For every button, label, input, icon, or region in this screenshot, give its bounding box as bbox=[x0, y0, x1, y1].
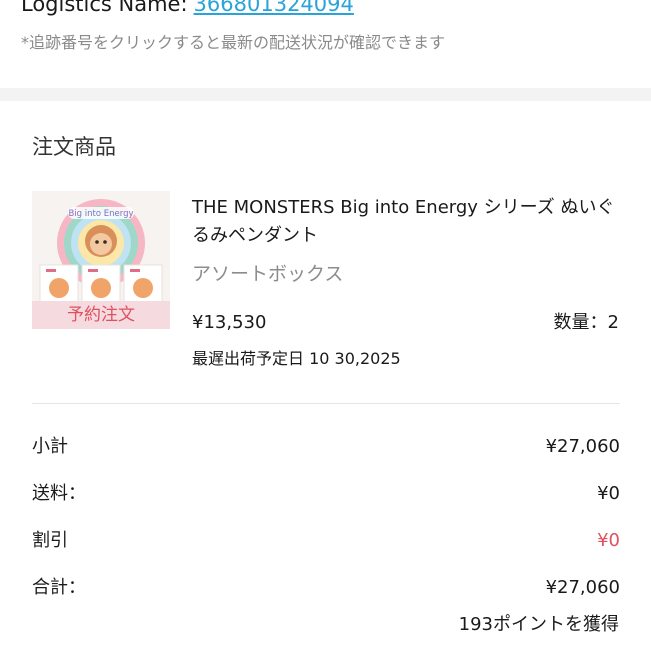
section-gap bbox=[0, 88, 651, 101]
product-quantity: 数量：2 bbox=[553, 312, 619, 333]
logistics-row: Logistics Name: 366801324094 bbox=[21, 0, 354, 18]
shipping-label: 送料： bbox=[32, 483, 86, 504]
points-earned: 193ポイントを獲得 bbox=[458, 614, 619, 635]
product-variant: アソートボックス bbox=[192, 263, 344, 285]
box-logo-text: Big into Energy bbox=[68, 209, 133, 219]
total-label: 合計： bbox=[32, 577, 86, 598]
subtotal-row: 小計 ¥27,060 bbox=[32, 433, 620, 461]
product-thumbnail[interactable]: Big into Energy 予約注文 bbox=[32, 191, 170, 329]
logistics-section: Logistics Name: 366801324094 *追跡番号をクリックする… bbox=[0, 0, 651, 88]
order-detail-page: Logistics Name: 366801324094 *追跡番号をクリックする… bbox=[0, 0, 651, 651]
divider bbox=[32, 403, 620, 404]
subtotal-label: 小計 bbox=[32, 436, 68, 457]
order-items-card: 注文商品 Big into Energy 予約注文 THE MONSTERS B… bbox=[0, 101, 651, 651]
product-price: ¥13,530 bbox=[192, 312, 267, 333]
tracking-number-link[interactable]: 366801324094 bbox=[194, 0, 354, 16]
logistics-label: Logistics Name: bbox=[21, 0, 188, 16]
total-row: 合計： ¥27,060 bbox=[32, 574, 620, 602]
discount-label: 割引 bbox=[32, 530, 68, 551]
tracking-note: *追跡番号をクリックすると最新の配送状況が確認できます bbox=[21, 33, 446, 52]
ship-date: 最遅出荷予定日 10 30,2025 bbox=[192, 349, 401, 368]
product-name[interactable]: THE MONSTERS Big into Energy シリーズ ぬいぐるみペ… bbox=[192, 194, 622, 250]
shipping-row: 送料： ¥0 bbox=[32, 480, 620, 508]
shipping-value: ¥0 bbox=[597, 483, 620, 504]
preorder-badge: 予約注文 bbox=[32, 301, 170, 329]
total-value: ¥27,060 bbox=[545, 577, 620, 598]
discount-row: 割引 ¥0 bbox=[32, 527, 620, 555]
section-title: 注文商品 bbox=[32, 135, 116, 159]
subtotal-value: ¥27,060 bbox=[545, 436, 620, 457]
discount-value: ¥0 bbox=[597, 530, 620, 551]
